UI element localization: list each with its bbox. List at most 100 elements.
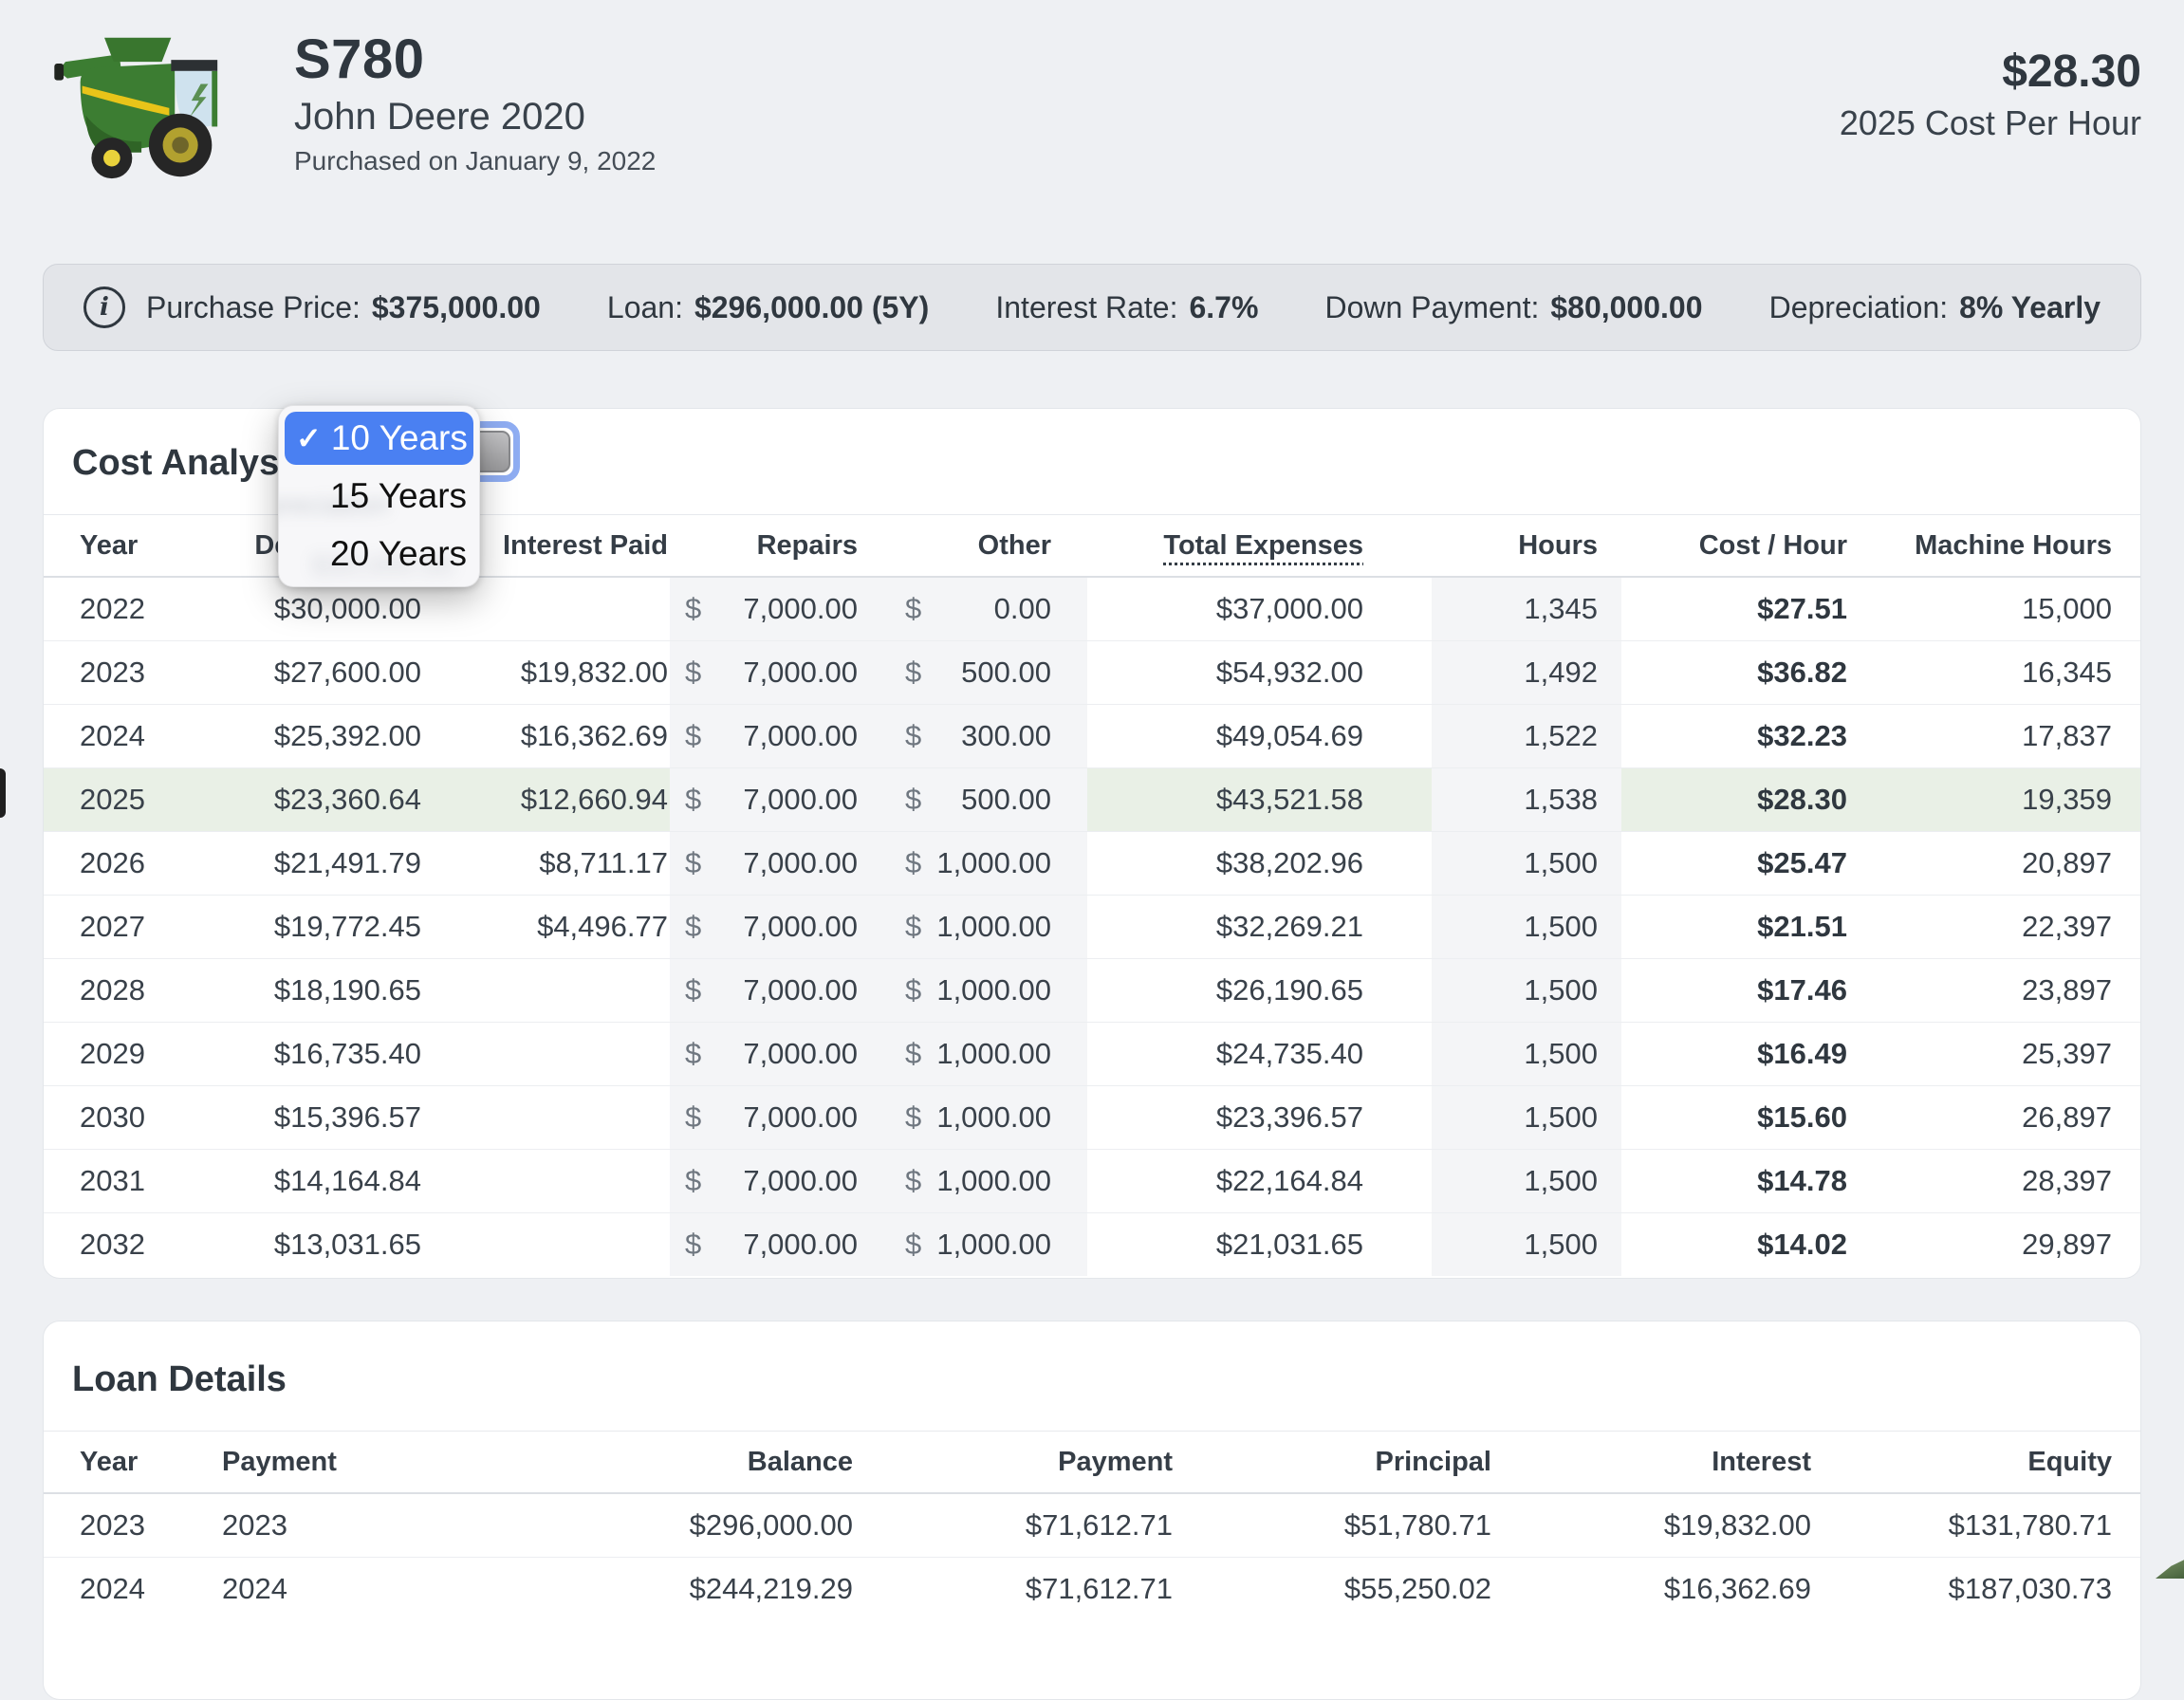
cell-repairs-wrap: $7,000.00 xyxy=(685,1100,858,1135)
loan-col-header-2-balance: Balance xyxy=(452,1432,855,1494)
summary-item-1: iPurchase Price: $375,000.00 xyxy=(83,286,541,328)
cell-other-value: 1,000.00 xyxy=(936,1100,1051,1135)
cell-repairs: $7,000.00 xyxy=(670,1149,890,1212)
dropdown-option-10-years[interactable]: ✓10 Years xyxy=(285,412,473,465)
cell-repairs-wrap: $7,000.00 xyxy=(685,846,858,880)
summary-value: $80,000.00 xyxy=(1550,290,1702,325)
cell-interest-paid: $4,496.77 xyxy=(423,895,670,958)
cell-payment-year: 2024 xyxy=(186,1557,452,1620)
cell-principal: $51,780.71 xyxy=(1175,1493,1493,1557)
cell-hours: 1,345 xyxy=(1432,577,1621,640)
cell-repairs-value: 7,000.00 xyxy=(743,1228,858,1262)
cell-other-wrap: $1,000.00 xyxy=(905,973,1051,1007)
dollar-sign: $ xyxy=(685,1228,701,1262)
summary-value: 8% Yearly xyxy=(1959,290,2101,325)
term-dropdown-menu[interactable]: Depreciation $30,000.00 ✓10 Years15 Year… xyxy=(278,405,480,587)
dropdown-option-20-years[interactable]: 20 Years xyxy=(285,527,473,581)
cell-depreciation: $13,031.65 xyxy=(186,1212,423,1276)
cell-other-value: 1,000.00 xyxy=(936,846,1051,880)
summary-label: Down Payment: xyxy=(1324,290,1539,325)
cell-repairs: $7,000.00 xyxy=(670,958,890,1022)
dollar-sign: $ xyxy=(685,910,701,944)
loan-details-title: Loan Details xyxy=(44,1321,2140,1400)
cell-total-expenses: $43,521.58 xyxy=(1087,767,1432,831)
equipment-purchase-date: Purchased on January 9, 2022 xyxy=(294,142,656,180)
cell-repairs-wrap: $7,000.00 xyxy=(685,592,858,626)
summary-bar: iPurchase Price: $375,000.00 Loan: $296,0… xyxy=(43,264,2141,351)
cell-other-value: 500.00 xyxy=(961,783,1051,817)
cell-other-wrap: $1,000.00 xyxy=(905,1100,1051,1135)
dropdown-option-label: 20 Years xyxy=(330,534,467,574)
dollar-sign: $ xyxy=(905,592,921,626)
cell-interest-paid xyxy=(423,1022,670,1085)
dollar-sign: $ xyxy=(905,1100,921,1135)
cell-other: $0.00 xyxy=(890,577,1087,640)
dollar-sign: $ xyxy=(905,719,921,753)
cost-per-hour-block: $28.30 2025 Cost Per Hour xyxy=(1840,46,2141,148)
cost-analysis-row-2032: 2032$13,031.65$7,000.00$1,000.00$21,031.… xyxy=(44,1212,2141,1276)
cell-interest-paid: $19,832.00 xyxy=(423,640,670,704)
cell-cost-hour: $14.78 xyxy=(1621,1149,1859,1212)
cell-other-wrap: $500.00 xyxy=(905,783,1051,817)
cost-analysis-row-2023: 2023$27,600.00$19,832.00$7,000.00$500.00… xyxy=(44,640,2141,704)
total-expenses-tooltip-trigger[interactable]: Total Expenses xyxy=(1163,530,1363,561)
cell-year: 2023 xyxy=(44,1493,186,1557)
cell-cost-hour: $15.60 xyxy=(1621,1085,1859,1149)
cell-repairs: $7,000.00 xyxy=(670,1022,890,1085)
cell-repairs-value: 7,000.00 xyxy=(743,846,858,880)
cost-analysis-row-2030: 2030$15,396.57$7,000.00$1,000.00$23,396.… xyxy=(44,1085,2141,1149)
cell-other-wrap: $1,000.00 xyxy=(905,846,1051,880)
cell-year: 2026 xyxy=(44,831,186,895)
cell-other-value: 500.00 xyxy=(961,656,1051,690)
dollar-sign: $ xyxy=(905,656,921,690)
cell-year: 2029 xyxy=(44,1022,186,1085)
dollar-sign: $ xyxy=(905,1164,921,1198)
cell-machine-hours: 15,000 xyxy=(1859,577,2141,640)
cell-year: 2028 xyxy=(44,958,186,1022)
cell-machine-hours: 23,897 xyxy=(1859,958,2141,1022)
cell-repairs-value: 7,000.00 xyxy=(743,783,858,817)
cell-repairs-value: 7,000.00 xyxy=(743,656,858,690)
cell-interest-paid: $8,711.17 xyxy=(423,831,670,895)
cell-other: $1,000.00 xyxy=(890,831,1087,895)
cell-other-value: 1,000.00 xyxy=(936,1164,1051,1198)
cell-hours: 1,500 xyxy=(1432,1149,1621,1212)
dollar-sign: $ xyxy=(905,783,921,817)
cell-other-wrap: $1,000.00 xyxy=(905,1164,1051,1198)
cell-year: 2024 xyxy=(44,704,186,767)
cell-year: 2030 xyxy=(44,1085,186,1149)
col-header-total-expenses[interactable]: Total Expenses xyxy=(1087,515,1432,578)
cell-year: 2032 xyxy=(44,1212,186,1276)
cell-cost-hour: $17.46 xyxy=(1621,958,1859,1022)
dollar-sign: $ xyxy=(685,1037,701,1071)
cell-other-value: 1,000.00 xyxy=(936,1228,1051,1262)
cell-year: 2022 xyxy=(44,577,186,640)
col-header-cost-hour: Cost / Hour xyxy=(1621,515,1859,578)
cell-repairs-wrap: $7,000.00 xyxy=(685,719,858,753)
cell-interest-paid xyxy=(423,1212,670,1276)
cell-repairs-wrap: $7,000.00 xyxy=(685,656,858,690)
cell-repairs-value: 7,000.00 xyxy=(743,1037,858,1071)
summary-label: Loan: xyxy=(607,290,683,325)
cell-repairs-wrap: $7,000.00 xyxy=(685,1164,858,1198)
cell-cost-hour: $27.51 xyxy=(1621,577,1859,640)
cell-payment: $71,612.71 xyxy=(855,1557,1175,1620)
cost-analysis-row-2026: 2026$21,491.79$8,711.17 $7,000.00 $1,000.0… xyxy=(44,831,2141,895)
cell-other: $1,000.00 xyxy=(890,1022,1087,1085)
dropdown-option-label: 10 Years xyxy=(331,418,468,458)
dropdown-option-15-years[interactable]: 15 Years xyxy=(285,465,473,527)
summary-item-2: Loan: $296,000.00 (5Y) xyxy=(607,290,929,325)
summary-item-4: Down Payment: $80,000.00 xyxy=(1324,290,1702,325)
dollar-sign: $ xyxy=(685,656,701,690)
cell-year: 2023 xyxy=(44,640,186,704)
cell-other-wrap: $1,000.00 xyxy=(905,1228,1051,1262)
cell-equity: $131,780.71 xyxy=(1813,1493,2141,1557)
cell-repairs-value: 7,000.00 xyxy=(743,592,858,626)
summary-label: Purchase Price: xyxy=(146,290,361,325)
cell-depreciation: $27,600.00 xyxy=(186,640,423,704)
loan-details-row-2024: 20242024$244,219.29$71,612.71$55,250.02$… xyxy=(44,1557,2141,1620)
loan-col-header-4-principal: Principal xyxy=(1175,1432,1493,1494)
cell-repairs: $7,000.00 xyxy=(670,767,890,831)
summary-label: Depreciation: xyxy=(1769,290,1949,325)
cell-depreciation: $21,491.79 xyxy=(186,831,423,895)
